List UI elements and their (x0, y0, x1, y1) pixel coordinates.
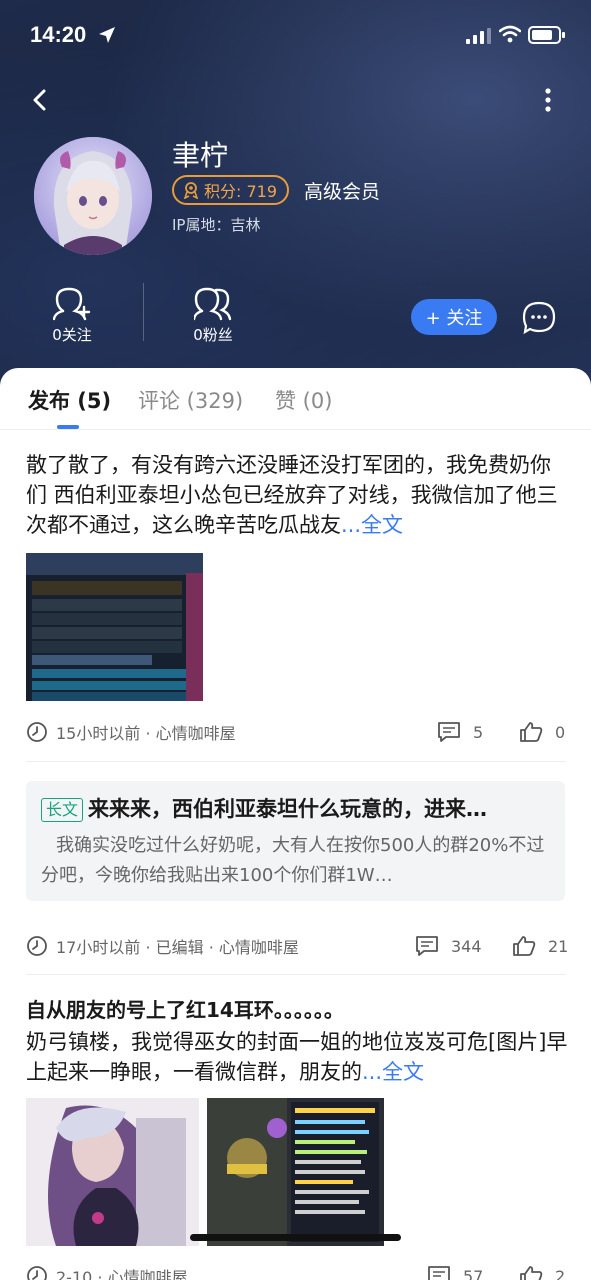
avatar[interactable] (34, 137, 152, 255)
post-3-comment-count: 57 (463, 1266, 484, 1280)
thumbs-up-icon (520, 1266, 543, 1280)
post-3-meta-text: 2-10 · 心情咖啡屋 (56, 1268, 188, 1280)
following-stat[interactable]: 0关注 (27, 285, 117, 345)
game-screenshot-image (207, 1098, 384, 1246)
character-art-image (26, 1098, 199, 1246)
post-3-likes[interactable]: 2 (519, 1264, 565, 1280)
points-label: 积分: 719 (204, 182, 278, 201)
comment-icon (438, 722, 460, 742)
cellular-signal-icon (466, 28, 491, 44)
post-1-like-count: 0 (555, 722, 566, 742)
content-panel: 发布 (5) 评论 (329) 赞 (0) 散了散了，有没有跨六还没睡还没打军团… (0, 368, 591, 1280)
active-tab-indicator (57, 425, 79, 429)
post-divider (26, 974, 566, 975)
post-2-comment-count: 344 (451, 936, 482, 956)
post-1-likes[interactable]: 0 (519, 720, 565, 744)
profile-header: 14:20 聿柠 积分: 719 高级会员 IP属地：吉林 0关注 0粉丝 + … (0, 0, 591, 400)
post-2-meta: 17小时以前 · 已编辑 · 心情咖啡屋 (26, 934, 299, 958)
post-2-comments[interactable]: 344 (415, 934, 482, 958)
wifi-icon (499, 25, 521, 43)
post-1-comment-count: 5 (473, 722, 484, 742)
post-3-image-1[interactable] (26, 1098, 199, 1246)
post-3-comments[interactable]: 57 (427, 1264, 483, 1280)
follow-button[interactable]: + 关注 (411, 299, 497, 335)
tab-comments[interactable]: 评论 (329) (138, 385, 243, 415)
post-3-text[interactable]: 奶弓镇楼，我觉得巫女的封面一姐的地位岌岌可危[图片]早上起来一睁眼，一看微信群，… (26, 1027, 571, 1089)
status-bar: 14:20 (0, 0, 591, 70)
longform-tag: 长文 (41, 798, 84, 822)
post-1-text[interactable]: 散了散了，有没有跨六还没睡还没打军团的，我免费奶你们 西伯利亚泰坦小怂包已经放弃… (26, 450, 571, 542)
battery-icon (528, 26, 565, 44)
post-1-more-link[interactable]: ...全文 (341, 513, 403, 537)
post-2-likes[interactable]: 21 (512, 934, 568, 958)
thumbs-up-icon (513, 936, 536, 956)
post-2-longform-card[interactable]: 长文 来来来，西伯利亚泰坦什么玩意的，进来… 我确实没吃过什么好奶呢，大有人在按… (26, 781, 565, 901)
status-time: 14:20 (30, 22, 87, 47)
tab-likes[interactable]: 赞 (0) (275, 385, 332, 415)
anime-avatar-image (34, 137, 152, 255)
stat-divider (143, 283, 144, 341)
game-screenshot-image (26, 553, 203, 701)
following-count: 0关注 (52, 326, 92, 344)
post-1-image[interactable] (26, 553, 203, 701)
post-3-body: 奶弓镇楼，我觉得巫女的封面一姐的地位岌岌可危[图片]早上起来一睁眼，一看微信群，… (26, 1030, 568, 1084)
tab-posts[interactable]: 发布 (5) (28, 385, 111, 415)
username: 聿柠 (172, 139, 229, 172)
post-2-body: 我确实没吃过什么好奶呢，大有人在按你500人的群20%不过分吧，今晚你给我贴出来… (41, 835, 545, 886)
post-3-more-link[interactable]: ...全文 (362, 1060, 424, 1084)
post-divider (26, 761, 566, 762)
clock-icon (27, 722, 47, 742)
comment-icon (416, 936, 438, 956)
post-3-meta: 2-10 · 心情咖啡屋 (26, 1264, 188, 1280)
post-1-comments[interactable]: 5 (437, 720, 483, 744)
post-1-meta-text: 15小时以前 · 心情咖啡屋 (56, 724, 236, 743)
medal-icon (183, 182, 199, 199)
post-3-image-2[interactable] (207, 1098, 384, 1246)
post-1-body: 散了散了，有没有跨六还没睡还没打军团的，我免费奶你们 西伯利亚泰坦小怂包已经放弃… (26, 453, 558, 537)
post-2-title: 来来来，西伯利亚泰坦什么玩意的，进来… (88, 797, 487, 821)
member-level: 高级会员 (304, 181, 381, 203)
clock-icon (27, 936, 47, 956)
followers-stat[interactable]: 0粉丝 (168, 285, 258, 345)
message-icon[interactable] (521, 300, 557, 336)
more-options-icon[interactable] (538, 86, 558, 116)
post-2-like-count: 21 (548, 936, 569, 956)
back-arrow-icon[interactable] (26, 86, 54, 114)
followers-icon (194, 287, 232, 321)
points-badge[interactable]: 积分: 719 (172, 175, 290, 205)
post-3-title[interactable]: 自从朋友的号上了红14耳环。。。。。。 (26, 995, 571, 1025)
post-2-meta-text: 17小时以前 · 已编辑 · 心情咖啡屋 (56, 938, 299, 957)
clock-icon (27, 1266, 47, 1280)
location-arrow-icon (99, 27, 115, 43)
tab-bar: 发布 (5) 评论 (329) 赞 (0) (0, 368, 591, 430)
ip-location: IP属地：吉林 (172, 216, 261, 234)
post-1-meta: 15小时以前 · 心情咖啡屋 (26, 720, 236, 744)
following-icon (53, 287, 91, 321)
post-3-like-count: 2 (555, 1266, 566, 1280)
home-indicator[interactable] (190, 1234, 401, 1241)
comment-icon (428, 1266, 450, 1280)
followers-count: 0粉丝 (193, 326, 233, 344)
thumbs-up-icon (520, 722, 543, 742)
